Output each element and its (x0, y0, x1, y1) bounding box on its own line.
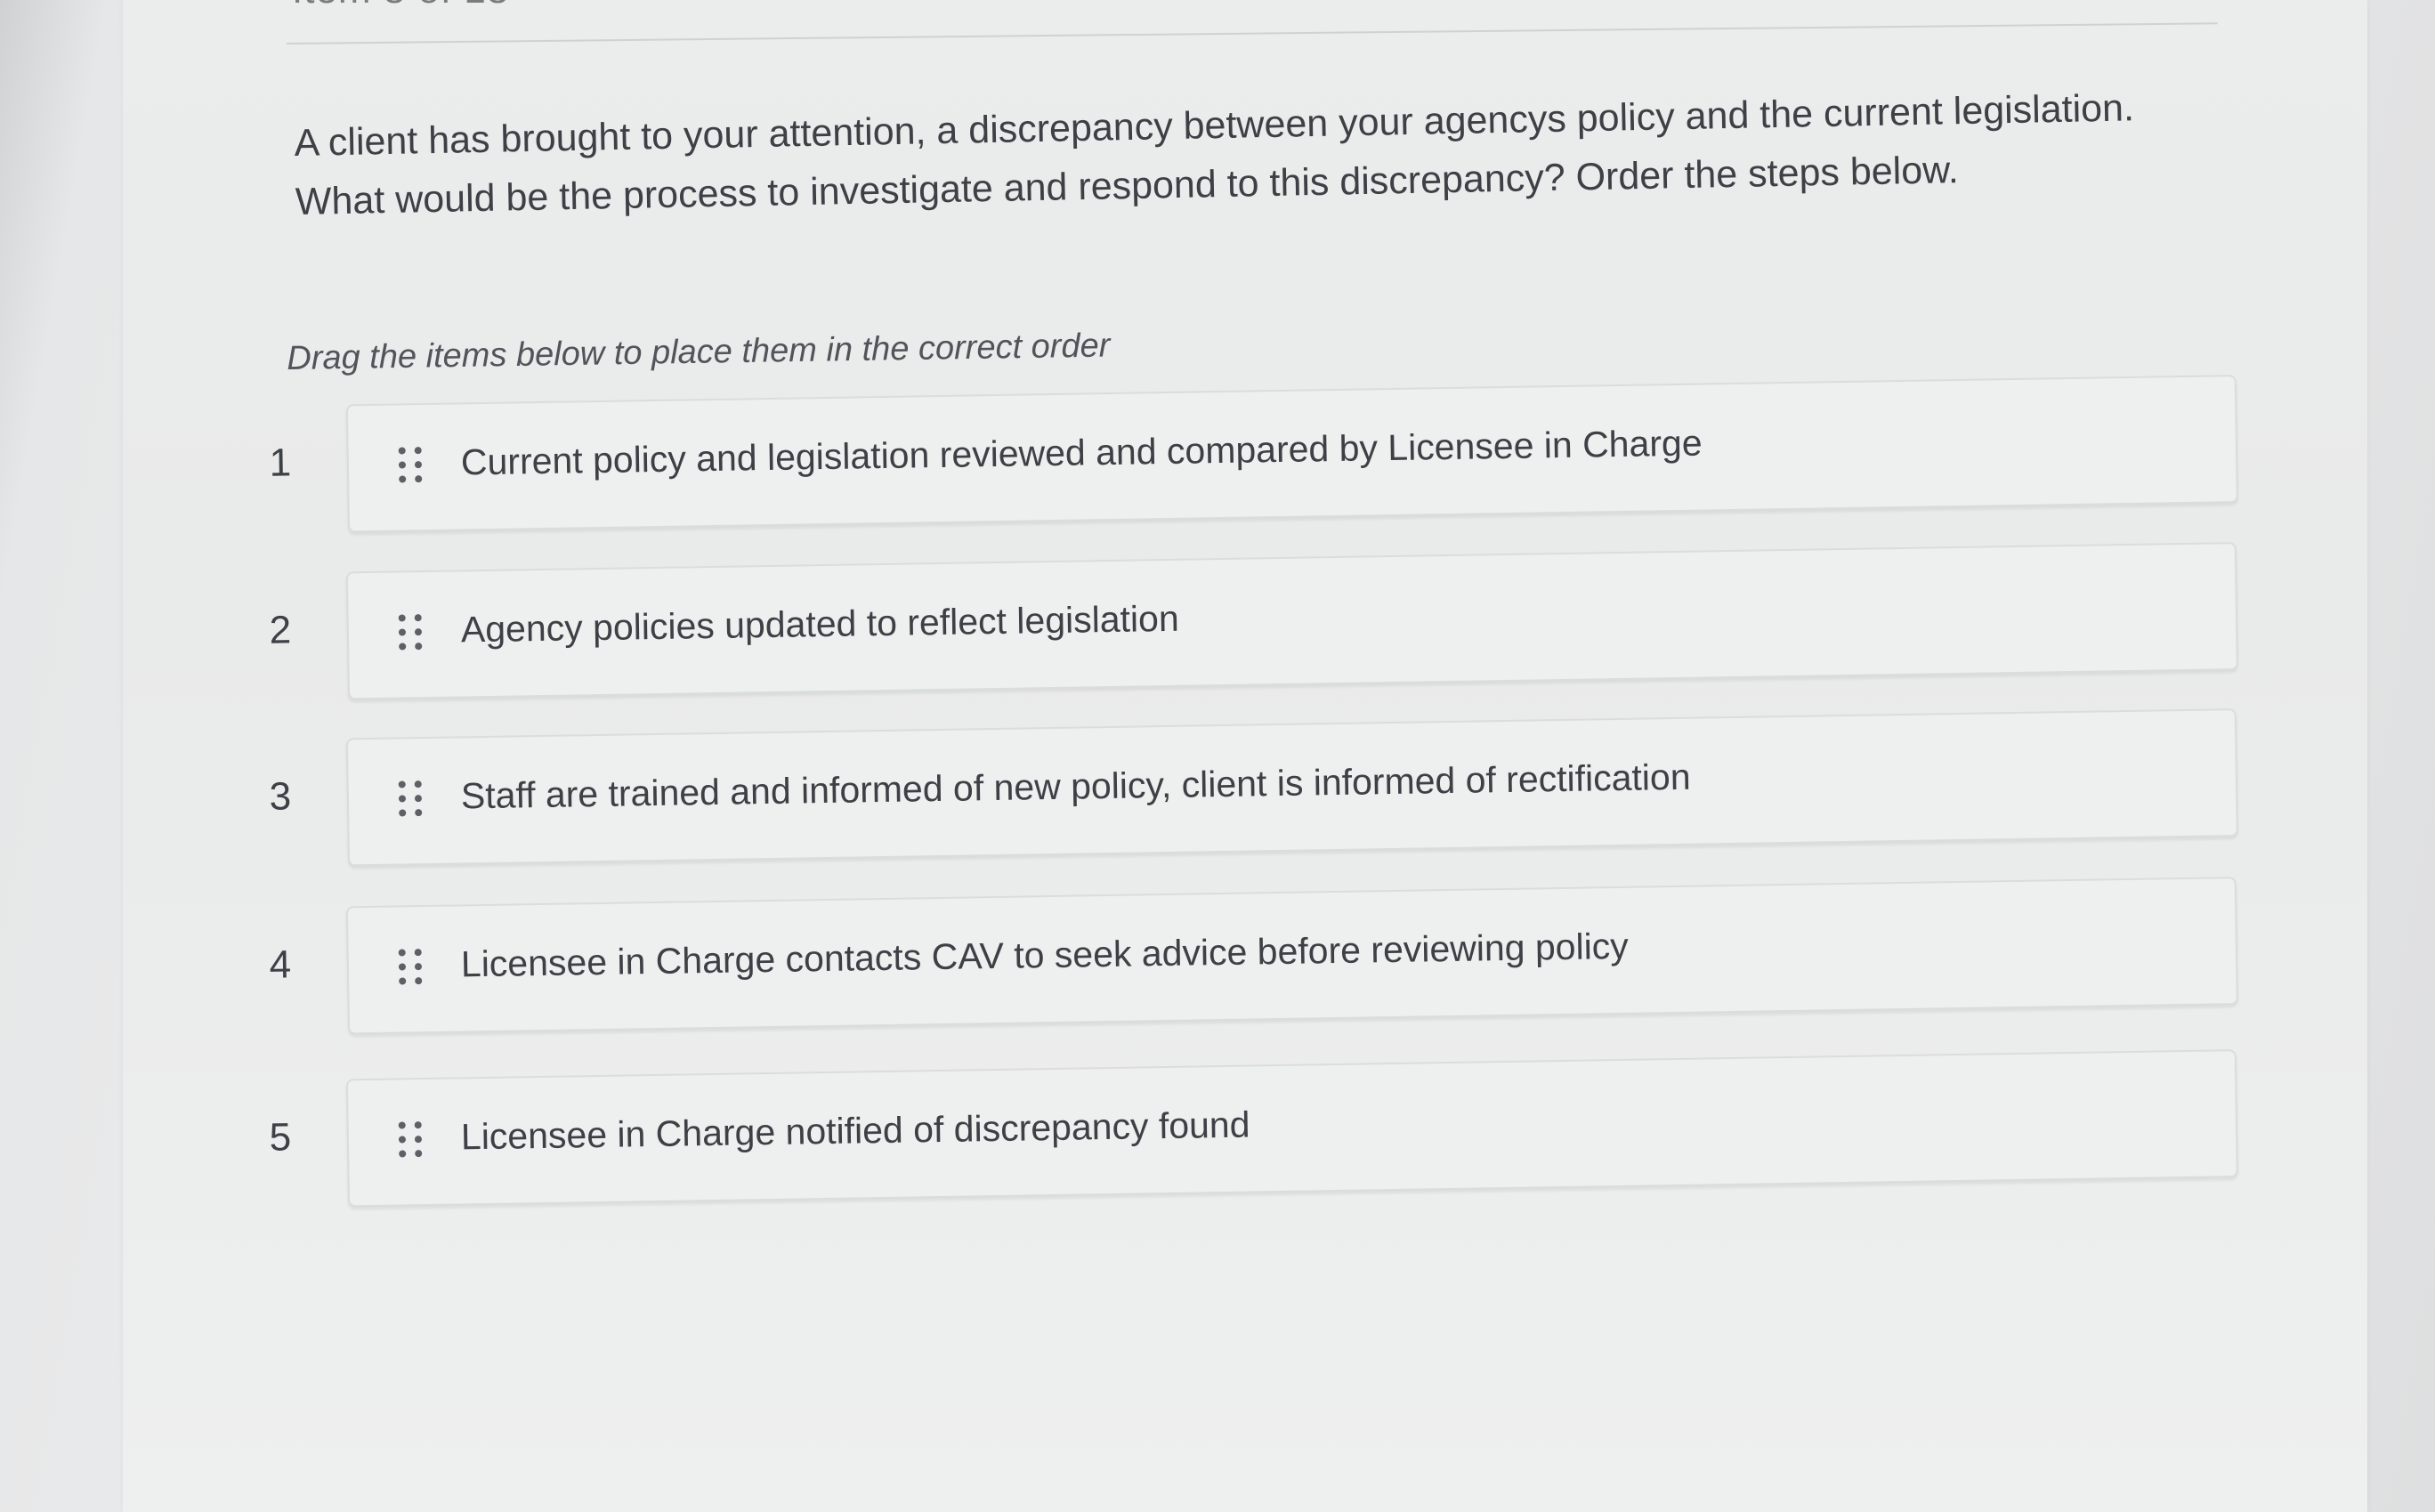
ordering-list: 1 Current policy and legislation reviewe… (0, 0, 2435, 1512)
row-number: 2 (269, 608, 292, 652)
row-number: 3 (269, 774, 292, 819)
order-row-4: 4 Licensee in Charge contacts CAV to see… (257, 877, 2261, 1035)
drag-handle-icon[interactable] (398, 447, 423, 483)
draggable-item[interactable]: Staff are trained and informed of new po… (345, 708, 2238, 867)
drag-handle-icon[interactable] (398, 780, 423, 817)
draggable-item[interactable]: Agency policies updated to reflect legis… (345, 542, 2238, 700)
draggable-item[interactable]: Licensee in Charge notified of discrepan… (345, 1049, 2238, 1208)
order-row-1: 1 Current policy and legislation reviewe… (257, 375, 2261, 533)
item-text: Agency policies updated to reflect legis… (460, 597, 1180, 651)
order-row-3: 3 Staff are trained and informed of new … (257, 708, 2261, 867)
item-text: Current policy and legislation reviewed … (460, 422, 1703, 483)
drag-handle-icon[interactable] (398, 949, 423, 985)
drag-handle-icon[interactable] (398, 1121, 423, 1158)
row-number: 4 (269, 942, 292, 987)
drag-handle-icon[interactable] (398, 614, 423, 651)
screen: Item 8 of 18 A client has brought to you… (0, 0, 2435, 1512)
draggable-item[interactable]: Current policy and legislation reviewed … (345, 375, 2238, 533)
order-row-5: 5 Licensee in Charge notified of discrep… (257, 1049, 2261, 1208)
item-text: Staff are trained and informed of new po… (460, 756, 1691, 817)
row-number: 5 (269, 1115, 292, 1160)
item-text: Licensee in Charge notified of discrepan… (460, 1104, 1250, 1158)
item-text: Licensee in Charge contacts CAV to seek … (460, 925, 1630, 985)
draggable-item[interactable]: Licensee in Charge contacts CAV to seek … (345, 877, 2238, 1035)
order-row-2: 2 Agency policies updated to reflect leg… (257, 542, 2261, 700)
row-number: 1 (269, 441, 292, 485)
